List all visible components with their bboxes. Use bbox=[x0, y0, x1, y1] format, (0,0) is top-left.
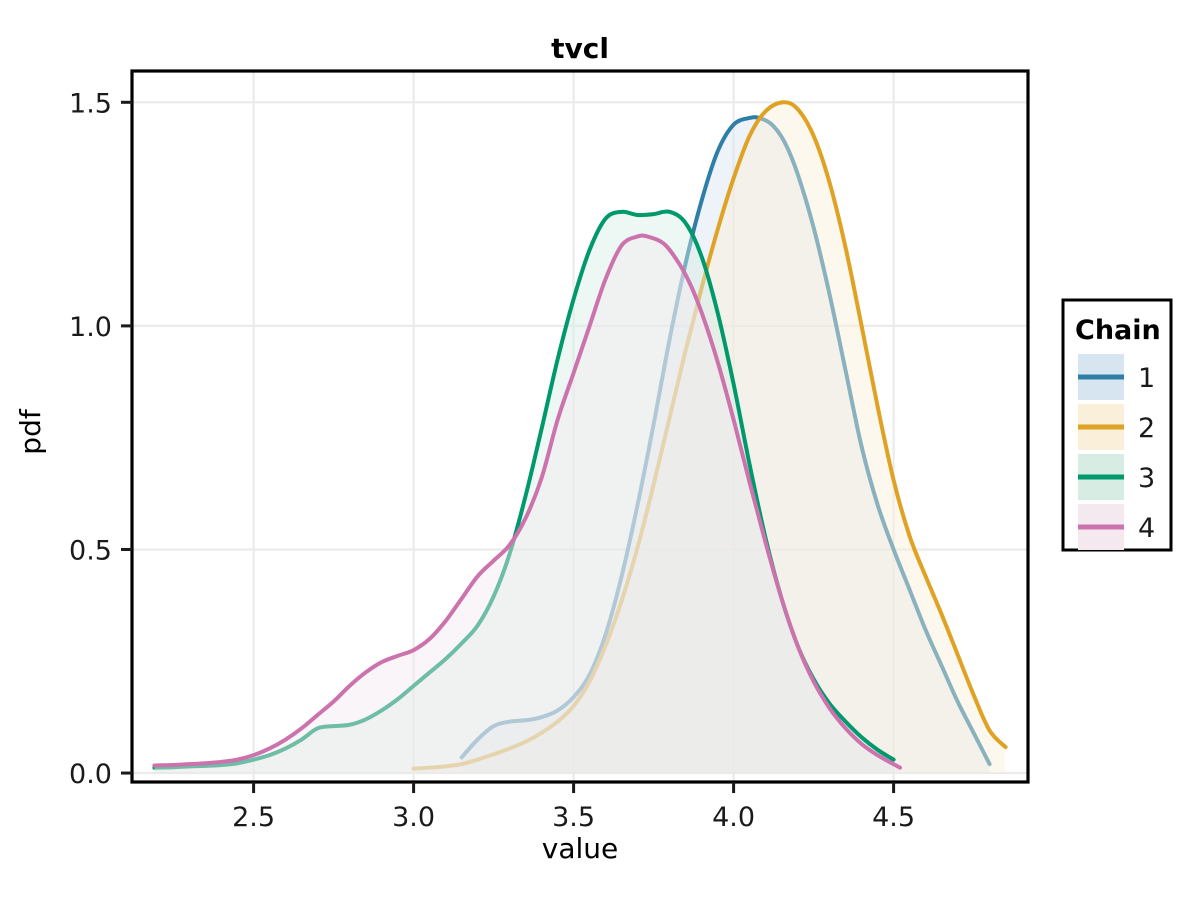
x-axis-tick-label: 4.0 bbox=[712, 802, 755, 833]
legend-label-chain-1: 1 bbox=[1138, 363, 1155, 394]
x-axis: 2.5 3.0 3.5 4.0 4.5 bbox=[232, 782, 915, 833]
y-axis-tick-label: 0.0 bbox=[69, 759, 112, 790]
y-axis-title: pdf bbox=[14, 408, 47, 455]
x-axis-tick-label: 2.5 bbox=[232, 802, 275, 833]
x-axis-tick-label: 4.5 bbox=[872, 802, 915, 833]
x-axis-title: value bbox=[542, 832, 618, 865]
y-axis-tick-label: 1.0 bbox=[69, 312, 112, 343]
legend-label-chain-2: 2 bbox=[1138, 413, 1155, 444]
chart-page: 2.5 3.0 3.5 4.0 4.5 0.0 0.5 1.0 1.5 tvcl value … bbox=[0, 0, 1200, 900]
legend-label-chain-4: 4 bbox=[1138, 513, 1155, 544]
x-axis-tick-label: 3.0 bbox=[392, 802, 435, 833]
density-plot: 2.5 3.0 3.5 4.0 4.5 0.00.51.01.5 tvcl value … bbox=[14, 32, 1173, 865]
legend[interactable]: Chain 1 2 3 4 bbox=[1061, 298, 1173, 552]
legend-title: Chain bbox=[1075, 315, 1161, 346]
page-title: tvcl bbox=[551, 32, 609, 65]
legend-label-chain-3: 3 bbox=[1138, 463, 1155, 494]
y-axis-tick-label: 0.5 bbox=[69, 535, 112, 566]
y-axis-tick-label: 1.5 bbox=[69, 88, 112, 119]
x-axis-tick-label: 3.5 bbox=[552, 802, 595, 833]
y-axis: 0.0 0.5 1.0 1.5 bbox=[69, 88, 132, 790]
